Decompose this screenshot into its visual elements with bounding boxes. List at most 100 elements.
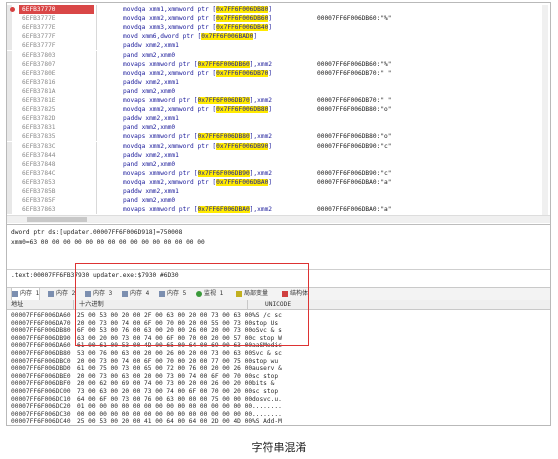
- instruction-address[interactable]: 6EFB3781A: [19, 87, 94, 96]
- instruction-address[interactable]: 6EFB37853: [19, 178, 94, 187]
- instruction[interactable]: paddw xmm2,xmm1: [123, 78, 179, 87]
- gutter[interactable]: [7, 77, 12, 87]
- gutter[interactable]: [7, 150, 12, 160]
- gutter[interactable]: [7, 168, 12, 178]
- disasm-row[interactable]: 6EFB3777E movdqa xmm3,xmmword ptr [0x7FF6…: [7, 23, 537, 33]
- breakpoint-icon[interactable]: [10, 7, 15, 12]
- instruction[interactable]: movaps xmmword ptr [0x7FF6F006DB60],xmm2: [123, 60, 272, 69]
- gutter[interactable]: [7, 41, 12, 51]
- gutter[interactable]: [7, 187, 12, 196]
- gutter[interactable]: [7, 159, 12, 169]
- instruction-address[interactable]: 6EFB3780E: [19, 69, 94, 78]
- disasm-row[interactable]: 6EFB37853 movdqa xmm2,xmmword ptr [0x7FF6…: [7, 177, 537, 187]
- instruction-address[interactable]: 6EFB37807: [19, 60, 94, 69]
- instruction[interactable]: movaps xmmword ptr [0x7FF6F006DB90],xmm2: [123, 169, 272, 178]
- tab-local[interactable]: 局部变量: [236, 288, 268, 300]
- tab-memory-3[interactable]: 内存 3: [85, 288, 112, 300]
- instruction[interactable]: paddw xmm2,xmm1: [123, 187, 179, 196]
- instruction[interactable]: movdqa xmm2,xmmword ptr [0x7FF6F006DB80]: [123, 105, 272, 114]
- gutter[interactable]: [7, 132, 12, 142]
- instruction[interactable]: paddw xmm2,xmm1: [123, 114, 179, 123]
- instruction-address[interactable]: 6EFB37770: [19, 5, 94, 14]
- instruction[interactable]: paddw xmm2,xmm1: [123, 41, 179, 50]
- tab-watch[interactable]: 监视 1: [196, 288, 223, 300]
- dump-unicode[interactable]: %S Add-M: [252, 417, 282, 425]
- instruction[interactable]: movaps xmmword ptr [0x7FF6F006DB80],xmm2: [123, 132, 272, 141]
- instruction-address[interactable]: 6EFB37835: [19, 132, 94, 141]
- disasm-row[interactable]: 6EFB37807 movaps xmmword ptr [0x7FF6F006D…: [7, 59, 537, 69]
- instruction-address[interactable]: 6EFB37863: [19, 205, 94, 214]
- scrollbar-thumb[interactable]: [27, 217, 87, 222]
- gutter[interactable]: [7, 14, 12, 24]
- instruction-address[interactable]: 6EFB3785B: [19, 187, 94, 196]
- disasm-row[interactable]: 6EFB3781A pand xmm2,xmm0: [7, 86, 537, 96]
- disasm-row[interactable]: 6EFB37848 pand xmm2,xmm0: [7, 159, 537, 169]
- instruction-address[interactable]: 6EFB3781E: [19, 96, 94, 105]
- gutter[interactable]: [7, 23, 12, 33]
- instruction[interactable]: paddw xmm2,xmm1: [123, 151, 179, 160]
- tab-memory-5[interactable]: 内存 5: [159, 288, 186, 300]
- instruction-address[interactable]: 6EFB3777F: [19, 32, 94, 41]
- gutter[interactable]: [7, 105, 12, 115]
- instruction-address[interactable]: 6EFB37848: [19, 160, 94, 169]
- instruction[interactable]: movdqa xmm1,xmmword ptr [0x7FF6F006DB80]: [123, 5, 272, 14]
- tab-memory-2[interactable]: 内存 2: [48, 288, 75, 300]
- instruction[interactable]: movaps xmmword ptr [0x7FF6F006DBA0],xmm2: [123, 205, 272, 214]
- dump-hex[interactable]: 25 00 53 00 20 00 41 00 64 00 64 00 2D 0…: [77, 417, 252, 425]
- instruction[interactable]: pand xmm2,xmm0: [123, 123, 175, 132]
- disasm-row[interactable]: 6EFB3783C movdqa xmm2,xmmword ptr [0x7FF6…: [7, 141, 537, 151]
- gutter[interactable]: [7, 177, 12, 187]
- instruction-address[interactable]: 6EFB3783C: [19, 142, 94, 151]
- instruction-address[interactable]: 6EFB3782D: [19, 114, 94, 123]
- disasm-row[interactable]: 6EFB37816 paddw xmm2,xmm1: [7, 77, 537, 87]
- disasm-row[interactable]: 6EFB3785B paddw xmm2,xmm1: [7, 187, 537, 196]
- disassembly-pane[interactable]: 6EFB37770 movdqa xmm1,xmmword ptr [0x7FF6…: [7, 3, 550, 223]
- disasm-row[interactable]: 6EFB3777F paddw xmm2,xmm1: [7, 41, 537, 51]
- instruction-address[interactable]: 6EFB37825: [19, 105, 94, 114]
- disasm-row[interactable]: 6EFB37831 pand xmm2,xmm0: [7, 123, 537, 133]
- disasm-row[interactable]: 6EFB37835 movaps xmmword ptr [0x7FF6F006D…: [7, 132, 537, 142]
- gutter[interactable]: [7, 86, 12, 96]
- gutter[interactable]: [7, 205, 12, 215]
- instruction[interactable]: movaps xmmword ptr [0x7FF6F006DB70],xmm2: [123, 96, 272, 105]
- dump-address[interactable]: 00007FF6F006DC40: [11, 417, 71, 425]
- gutter[interactable]: [7, 114, 12, 124]
- instruction-address[interactable]: 6EFB37816: [19, 78, 94, 87]
- gutter[interactable]: [7, 68, 12, 78]
- disasm-row[interactable]: 6EFB37803 pand xmm2,xmm0: [7, 50, 537, 60]
- instruction[interactable]: movdqa xmm2,xmmword ptr [0x7FF6F006DB90]: [123, 142, 272, 151]
- disasm-row[interactable]: 6EFB3782D paddw xmm2,xmm1: [7, 114, 537, 124]
- instruction[interactable]: movdqa xmm3,xmmword ptr [0x7FF6F006DB40]: [123, 23, 272, 32]
- disasm-row[interactable]: 6EFB3784C movaps xmmword ptr [0x7FF6F006D…: [7, 168, 537, 178]
- disasm-row[interactable]: 6EFB37770 movdqa xmm1,xmmword ptr [0x7FF6…: [7, 5, 537, 14]
- gutter[interactable]: [7, 141, 12, 151]
- instruction-address[interactable]: 6EFB3784C: [19, 169, 94, 178]
- disassembly-horizontal-scrollbar[interactable]: [7, 215, 550, 223]
- instruction[interactable]: movdqa xmm2,xmmword ptr [0x7FF6F006DB60]: [123, 14, 272, 23]
- instruction[interactable]: movdqa xmm2,xmmword ptr [0x7FF6F006DBA0]: [123, 178, 272, 187]
- gutter[interactable]: [7, 196, 12, 206]
- instruction[interactable]: pand xmm2,xmm0: [123, 160, 175, 169]
- disasm-row[interactable]: 6EFB3780E movdqa xmm2,xmmword ptr [0x7FF6…: [7, 68, 537, 78]
- instruction-address[interactable]: 6EFB37844: [19, 151, 94, 160]
- instruction[interactable]: pand xmm2,xmm0: [123, 196, 175, 205]
- instruction-address[interactable]: 6EFB3777E: [19, 23, 94, 32]
- gutter[interactable]: [7, 50, 12, 60]
- disasm-row[interactable]: 6EFB3785F pand xmm2,xmm0: [7, 196, 537, 206]
- gutter[interactable]: [7, 59, 12, 69]
- gutter[interactable]: [7, 123, 12, 133]
- disasm-row[interactable]: 6EFB37844 paddw xmm2,xmm1: [7, 150, 537, 160]
- instruction-address[interactable]: 6EFB3777F: [19, 41, 94, 50]
- instruction[interactable]: movd xmm6,dword ptr [0x7FF6F006BAD0]: [123, 32, 257, 41]
- disasm-row[interactable]: 6EFB3781E movaps xmmword ptr [0x7FF6F006D…: [7, 96, 537, 105]
- instruction-address[interactable]: 6EFB37803: [19, 51, 94, 60]
- instruction-address[interactable]: 6EFB37831: [19, 123, 94, 132]
- gutter[interactable]: [7, 32, 12, 42]
- dump-row[interactable]: 00007FF6F006DC40 25 00 53 00 20 00 41 00 …: [7, 417, 550, 425]
- instruction[interactable]: pand xmm2,xmm0: [123, 51, 175, 60]
- instruction[interactable]: pand xmm2,xmm0: [123, 87, 175, 96]
- tab-memory-4[interactable]: 内存 4: [122, 288, 149, 300]
- disasm-row[interactable]: 6EFB3777F movd xmm6,dword ptr [0x7FF6F006…: [7, 32, 537, 42]
- memory-dump-pane[interactable]: 地址 十六进制 UNICODE 00007FF6F006DA60 25 00 53…: [7, 300, 550, 425]
- instruction[interactable]: movdqa xmm2,xmmword ptr [0x7FF6F006DB70]: [123, 69, 272, 78]
